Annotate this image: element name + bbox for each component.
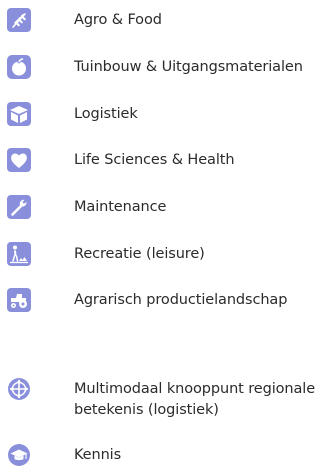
legend-item-label: Agro & Food	[74, 12, 162, 28]
legend-item-label: Life Sciences & Health	[74, 152, 235, 168]
multimodal-node-icon	[7, 377, 31, 401]
legend-item-agrarisch: Agrarisch productielandschap	[0, 284, 325, 316]
wheat-icon	[7, 8, 31, 32]
legend-item-label: Recreatie (leisure)	[74, 246, 205, 262]
legend-item-multimodaal: Multimodaal knooppunt regionale betekeni…	[0, 373, 325, 421]
leisure-icon	[7, 242, 31, 266]
fruit-icon	[7, 55, 31, 79]
legend-item-label: Multimodaal knooppunt regionale betekeni…	[74, 381, 316, 418]
legend-item-logistiek: Logistiek	[0, 98, 325, 130]
legend-item-kennis: Kennis	[0, 439, 325, 471]
legend-item-maintenance: Maintenance	[0, 191, 325, 223]
legend-item-life-sciences: Life Sciences & Health	[0, 144, 325, 176]
graduation-cap-icon	[7, 443, 31, 467]
box-icon	[7, 102, 31, 126]
tractor-icon	[7, 288, 31, 312]
legend-item-agro-food: Agro & Food	[0, 4, 325, 36]
legend-item-label: Agrarisch productielandschap	[74, 292, 288, 308]
legend-item-label: Tuinbouw & Uitgangsmaterialen	[74, 59, 303, 75]
heart-icon	[7, 148, 31, 172]
legend-item-label: Logistiek	[74, 106, 138, 122]
legend-item-recreatie: Recreatie (leisure)	[0, 238, 325, 270]
legend-item-label: Kennis	[74, 447, 122, 463]
legend-item-tuinbouw: Tuinbouw & Uitgangsmaterialen	[0, 51, 325, 83]
legend-item-label: Maintenance	[74, 199, 167, 215]
wrench-icon	[7, 195, 31, 219]
